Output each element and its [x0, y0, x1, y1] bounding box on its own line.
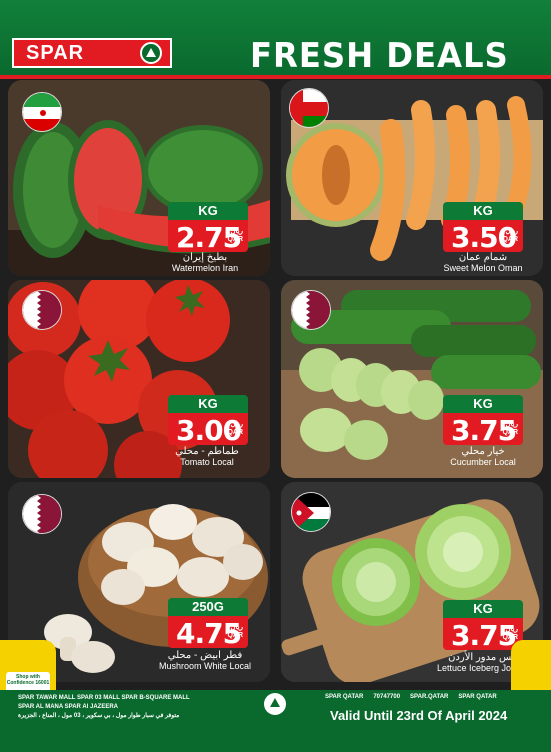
unit-label: KG — [168, 202, 248, 220]
product-name-en: Watermelon Iran — [171, 263, 239, 273]
product-name-ar: بطيخ إيران — [182, 252, 228, 263]
currency-en: QAR — [502, 634, 518, 641]
stores-line-1: SPAR TAWAR MALL SPAR 03 MALL SPAR B-SQUA… — [18, 695, 190, 701]
social-links: SPAR QATAR 70747700 SPAR.QATAR SPAR QATA… — [325, 694, 497, 700]
currency-ar: ريال — [230, 624, 243, 631]
stores-line-2: SPAR AL MANA SPAR Al JAZEERA — [18, 704, 119, 710]
currency-ar: ريال — [230, 228, 243, 235]
brand-name: SPAR — [26, 41, 85, 64]
price-value-box: 3.75 ريال QAR — [443, 618, 523, 652]
currency-ar: ريال — [230, 421, 243, 428]
qatar-flag-icon — [22, 494, 62, 534]
currency-en: QAR — [502, 429, 518, 436]
product-name-ar: فطر ابيض - محلي — [167, 650, 243, 661]
spar-tree-icon — [264, 693, 286, 715]
unit-label: KG — [168, 395, 248, 413]
valid-until: Valid Until 23rd Of April 2024 — [330, 708, 508, 723]
unit-label: KG — [443, 600, 523, 618]
product-name-en: Cucumber Local — [450, 457, 516, 467]
product-name-en: Sweet Melon Oman — [443, 263, 523, 273]
price-tag: 250G 4.75 ريال QAR — [168, 598, 248, 650]
price-tag: KG 3.75 ريال QAR — [443, 395, 523, 447]
unit-label: 250G — [168, 598, 248, 616]
price-tag: KG 2.75 ريال QAR — [168, 202, 248, 254]
price-value-box: 3.75 ريال QAR — [443, 413, 523, 447]
currency-ar: ريال — [505, 421, 518, 428]
product-card-tomato[interactable]: KG 3.00 ريال QAR طماطم - محلي Tomato Loca… — [8, 280, 270, 478]
currency: ريال QAR — [227, 421, 243, 437]
currency-en: QAR — [227, 236, 243, 243]
jordan-flag-icon — [291, 492, 331, 532]
price-tag: KG 3.75 ريال QAR — [443, 600, 523, 652]
product-name-ar: شمام عمان — [458, 252, 508, 263]
product-name-ar: خيار محلي — [461, 446, 505, 457]
currency-en: QAR — [227, 429, 243, 436]
product-label: خيار محلي Cucumber Local — [418, 446, 543, 468]
qatar-flag-icon — [291, 290, 331, 330]
price-value-box: 3.00 ريال QAR — [168, 413, 248, 447]
currency: ريال QAR — [502, 228, 518, 244]
product-label: بطيخ إيران Watermelon Iran — [140, 252, 270, 274]
product-label: شمام عمان Sweet Melon Oman — [418, 252, 543, 274]
product-label: طماطم - محلي Tomato Local — [142, 446, 270, 468]
currency: ريال QAR — [227, 624, 243, 640]
product-label: فطر ابيض - محلي Mushroom White Local — [140, 650, 270, 672]
price-value-box: 4.75 ريال QAR — [168, 616, 248, 650]
oman-flag-icon — [289, 88, 329, 128]
currency: ريال QAR — [227, 228, 243, 244]
price-tag: KG 3.00 ريال QAR — [168, 395, 248, 447]
price-tag: KG 3.50 ريال QAR — [443, 202, 523, 254]
price-value-box: 3.50 ريال QAR — [443, 220, 523, 254]
unit-label: KG — [443, 202, 523, 220]
product-card-sweet-melon[interactable]: KG 3.50 ريال QAR شمام عمان Sweet Melon Om… — [281, 80, 543, 276]
currency-en: QAR — [502, 236, 518, 243]
facebook-link[interactable]: SPAR QATAR — [458, 694, 496, 700]
store-list: SPAR TAWAR MALL SPAR 03 MALL SPAR B-SQUA… — [18, 694, 238, 721]
product-card-lettuce[interactable]: KG 3.75 ريال QAR خس مدور الأردن Lettuce I… — [281, 482, 543, 682]
currency-ar: ريال — [505, 626, 518, 633]
currency-ar: ريال — [505, 228, 518, 235]
instagram-link[interactable]: SPAR.QATAR — [410, 694, 448, 700]
product-name-ar: طماطم - محلي — [175, 446, 239, 457]
page-title: FRESH DEALS — [250, 36, 509, 76]
currency-en: QAR — [227, 632, 243, 639]
spar-tree-icon — [140, 42, 162, 64]
footer: SPAR TAWAR MALL SPAR 03 MALL SPAR B-SQUA… — [0, 690, 551, 752]
product-card-watermelon[interactable]: KG 2.75 ريال QAR بطيخ إيران Watermelon Ir… — [8, 80, 270, 276]
iran-flag-icon — [22, 92, 62, 132]
product-name-en: Mushroom White Local — [158, 661, 252, 671]
currency: ريال QAR — [502, 421, 518, 437]
product-name-en: Tomato Local — [180, 457, 234, 467]
unit-label: KG — [443, 395, 523, 413]
social-link[interactable]: SPAR QATAR — [325, 694, 363, 700]
phone-link[interactable]: 70747700 — [373, 694, 400, 700]
price-value-box: 2.75 ريال QAR — [168, 220, 248, 254]
currency: ريال QAR — [502, 626, 518, 642]
product-card-cucumber[interactable]: KG 3.75 ريال QAR خيار محلي Cucumber Local — [281, 280, 543, 478]
spar-logo: SPAR — [12, 38, 172, 68]
stores-line-ar: متوفر في سبار طوار مول ، بي سكوير ، 03 م… — [18, 713, 180, 719]
qatar-flag-icon — [22, 290, 62, 330]
